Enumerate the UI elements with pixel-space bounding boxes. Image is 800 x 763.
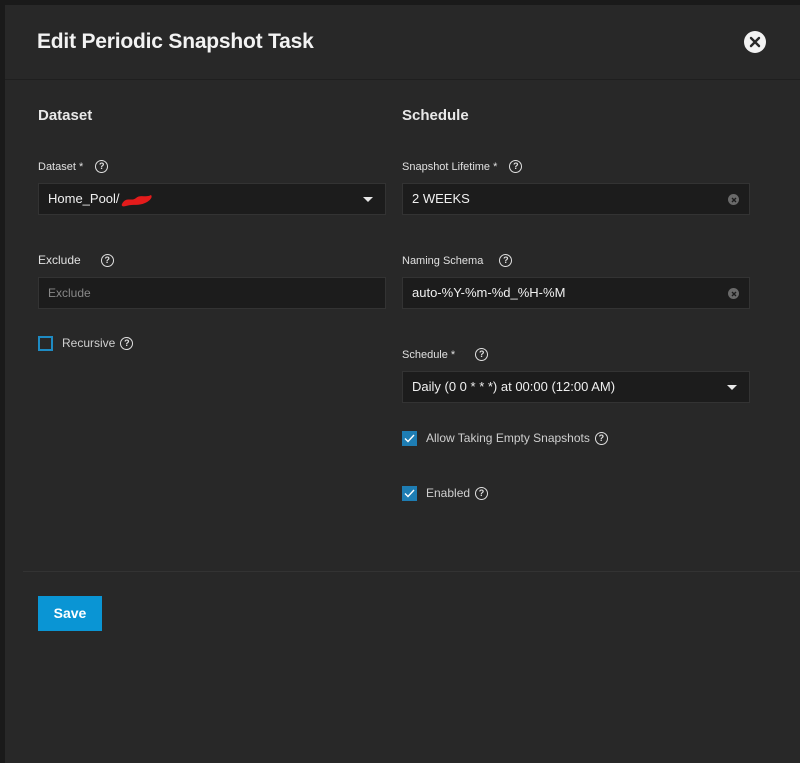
recursive-help-icon[interactable]: ? [120, 336, 134, 350]
allow-empty-snapshots-label: Allow Taking Empty Snapshots ? [426, 431, 608, 445]
dataset-label-text: Dataset * [38, 160, 84, 173]
enabled-help-icon[interactable]: ? [475, 486, 489, 500]
redaction-mark [121, 194, 152, 206]
recursive-label: Recursive ? [62, 336, 134, 350]
exclude-help-icon[interactable]: ? [100, 253, 114, 267]
clear-icon[interactable] [728, 288, 739, 299]
edit-snapshot-dialog: Edit Periodic Snapshot Task Dataset Data… [5, 5, 800, 763]
dialog-header: Edit Periodic Snapshot Task [5, 5, 800, 80]
enabled-label: Enabled ? [426, 486, 489, 500]
allow-empty-snapshots-label-text: Allow Taking Empty Snapshots [426, 431, 590, 445]
snapshot-lifetime-label-text: Snapshot Lifetime * [402, 160, 498, 173]
dialog-title: Edit Periodic Snapshot Task [37, 30, 314, 53]
snapshot-lifetime-input[interactable]: 2 WEEKS [402, 183, 750, 215]
close-icon[interactable] [744, 31, 766, 53]
schedule-help-icon[interactable]: ? [475, 348, 489, 361]
schedule-label: Schedule * ? [402, 348, 489, 361]
snapshot-lifetime-value: 2 WEEKS [412, 191, 470, 206]
enabled-label-text: Enabled [426, 486, 471, 500]
naming-schema-label-text: Naming Schema [402, 254, 484, 267]
save-button[interactable]: Save [38, 596, 102, 631]
chevron-down-icon [727, 385, 737, 390]
exclude-label-text: Exclude [38, 253, 81, 267]
schedule-label-text: Schedule * [402, 348, 456, 361]
dataset-section-heading: Dataset [38, 107, 93, 124]
exclude-input[interactable]: Exclude [38, 277, 386, 309]
snapshot-lifetime-help-icon[interactable]: ? [509, 160, 523, 173]
naming-schema-input[interactable]: auto-%Y-%m-%d_%H-%M [402, 277, 750, 309]
schedule-select[interactable]: Daily (0 0 * * *) at 00:00 (12:00 AM) [402, 371, 750, 403]
exclude-label: Exclude ? [38, 253, 114, 267]
schedule-value: Daily (0 0 * * *) at 00:00 (12:00 AM) [412, 379, 616, 394]
snapshot-lifetime-label: Snapshot Lifetime * ? [402, 160, 523, 173]
dataset-label: Dataset * ? [38, 160, 109, 173]
recursive-label-text: Recursive [62, 336, 116, 350]
naming-schema-label: Naming Schema ? [402, 254, 513, 267]
clear-icon[interactable] [728, 194, 739, 205]
chevron-down-icon [363, 197, 373, 202]
recursive-checkbox[interactable] [38, 336, 53, 351]
enabled-checkbox[interactable] [402, 486, 417, 501]
dataset-value: Home_Pool/ [48, 191, 154, 206]
dataset-select[interactable]: Home_Pool/ [38, 183, 386, 215]
schedule-section-heading: Schedule [402, 107, 469, 124]
naming-schema-help-icon[interactable]: ? [499, 254, 513, 267]
naming-schema-value: auto-%Y-%m-%d_%H-%M [412, 285, 566, 300]
allow-empty-snapshots-checkbox[interactable] [402, 431, 417, 446]
allow-empty-snapshots-help-icon[interactable]: ? [594, 431, 608, 445]
dataset-help-icon[interactable]: ? [95, 160, 109, 173]
footer-divider [23, 571, 800, 572]
